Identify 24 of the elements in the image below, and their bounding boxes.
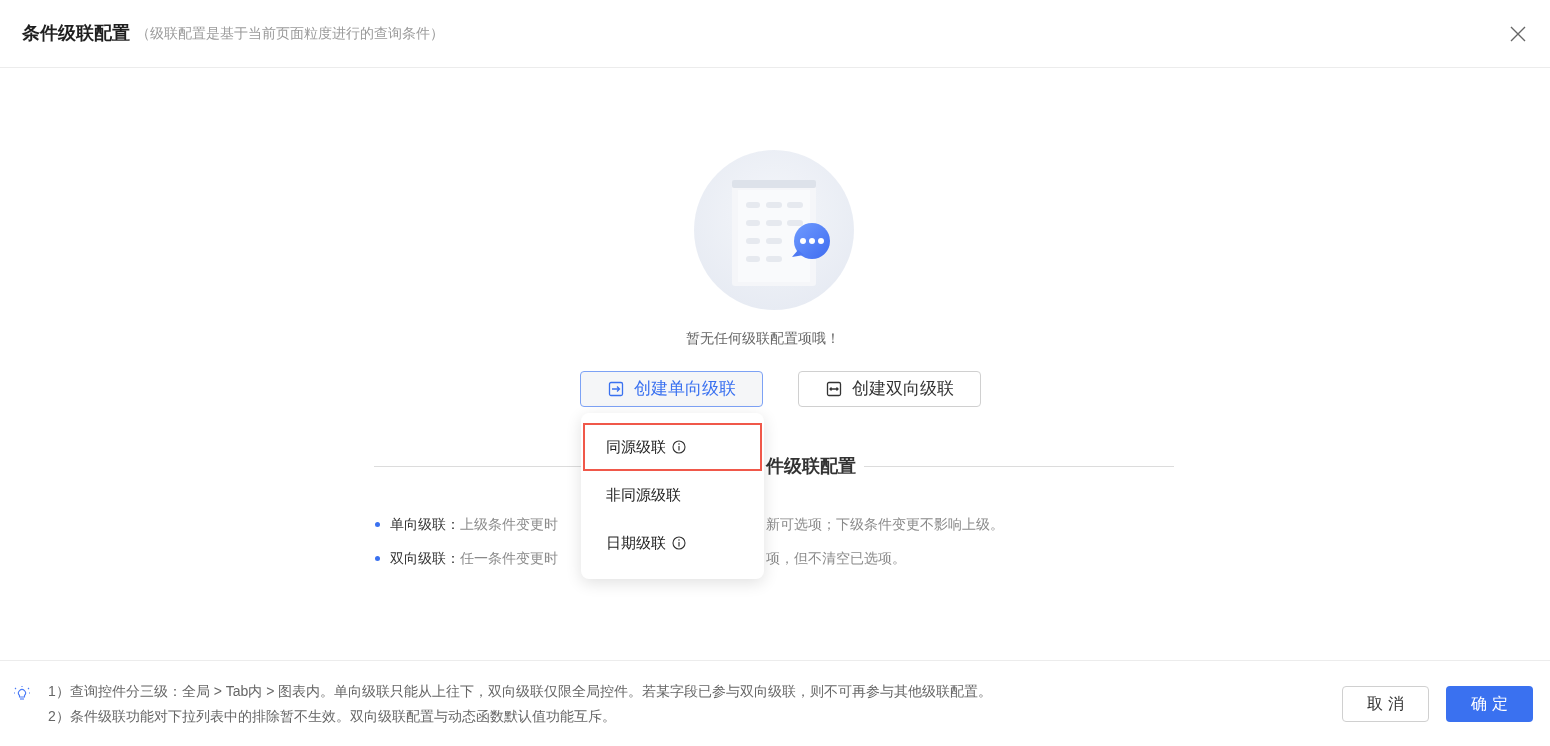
bullet-icon	[375, 555, 380, 561]
note-text: 任一条件变更时	[460, 548, 558, 568]
tip-text: 2）条件级联功能对下拉列表中的排除暂不生效。双向级联配置与动态函数默认值功能互斥。	[48, 707, 617, 726]
dialog-title: 条件级联配置	[22, 22, 130, 45]
tip-text: 1）查询控件分三级：全局 > Tab内 > 图表内。单向级联只能从上往下，双向级联仅限全局控件。若某字段已参与双向级联，则不可再参与其他级联配置。	[48, 682, 993, 701]
empty-state-message: 暂无任何级联配置项哦！	[686, 329, 840, 348]
dialog-subtitle: （级联配置是基于当前页面粒度进行的查询条件）	[136, 24, 444, 43]
section-heading: 件级联配置	[766, 454, 856, 478]
bullet-icon	[375, 521, 380, 527]
note-term: 单向级联：	[390, 514, 460, 534]
cancel-button[interactable]: 取 消	[1342, 685, 1429, 722]
create-button[interactable]: 创建单向级联	[580, 371, 763, 407]
menu-item[interactable]: 非同源级联	[583, 471, 762, 519]
arrow-into-box-icon	[607, 381, 624, 397]
note-text: 项，但不清空已选项。	[766, 548, 906, 568]
note-text: 上级条件变更时	[460, 514, 558, 534]
double-arrow-box-icon	[825, 381, 842, 397]
lightbulb-icon	[14, 686, 30, 702]
menu-item[interactable]: 日期级联	[583, 519, 762, 567]
note-text: 新可选项；下级条件变更不影响上级。	[766, 514, 1004, 534]
create-button[interactable]: 创建双向级联	[798, 371, 981, 407]
menu-item[interactable]: 同源级联	[583, 423, 762, 471]
note-term: 双向级联：	[390, 548, 460, 568]
confirm-button[interactable]: 确 定	[1446, 685, 1533, 722]
